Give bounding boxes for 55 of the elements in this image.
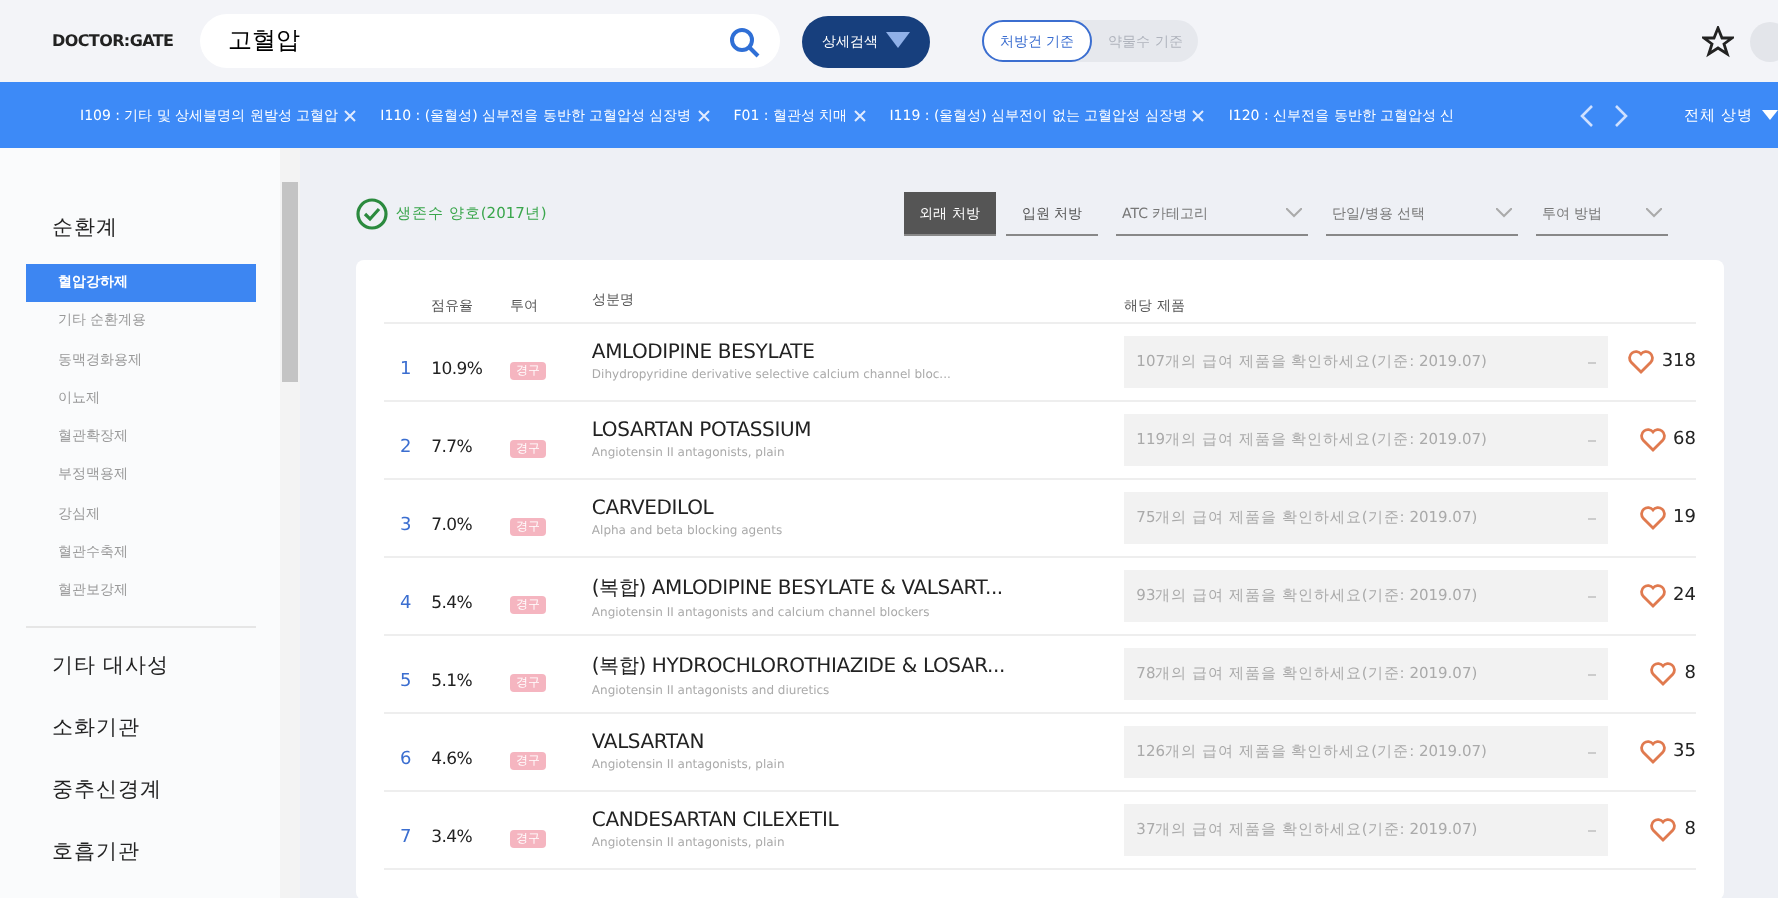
rank-number: 2	[400, 437, 412, 457]
ingredient-name[interactable]: CARVEDILOL	[591, 498, 1125, 520]
search-field[interactable]: 고혈압	[200, 14, 780, 68]
heart-icon[interactable]	[1639, 740, 1666, 764]
heart-icon[interactable]	[1650, 818, 1677, 842]
heart-icon[interactable]	[1627, 350, 1654, 374]
like-count: 8	[1684, 820, 1696, 840]
share-percent: 3.4%	[431, 827, 473, 847]
chevron-icon	[1496, 208, 1512, 218]
rank-number: 5	[400, 671, 412, 691]
like-count: 35	[1673, 742, 1696, 762]
sidebar-category[interactable]: 순환계	[26, 208, 256, 264]
rank-number: 7	[400, 827, 412, 847]
heart-icon[interactable]	[1650, 662, 1677, 686]
check-circle-icon	[356, 198, 388, 230]
rank-number: 6	[400, 749, 412, 769]
ingredient-name[interactable]: CANDESARTAN CILEXETIL	[591, 810, 1125, 832]
share-percent: 4.6%	[431, 749, 473, 769]
rank-number: 4	[400, 593, 412, 613]
rank-number: 1	[400, 359, 412, 379]
scrollbar[interactable]	[280, 148, 300, 898]
filter-icon	[886, 32, 910, 50]
share-percent: 7.7%	[431, 437, 473, 457]
like-count: 24	[1673, 586, 1696, 606]
heart-icon[interactable]	[1639, 506, 1666, 530]
sidebar-category[interactable]: 중추신경계	[26, 769, 256, 828]
like-count: 318	[1661, 352, 1696, 372]
sidebar-category[interactable]: 기타 대사성	[26, 645, 256, 704]
like-count: 19	[1673, 508, 1696, 528]
share-percent: 10.9%	[431, 359, 483, 379]
share-percent: 5.1%	[431, 671, 473, 691]
share-percent: 7.0%	[431, 515, 473, 535]
share-percent: 5.4%	[431, 593, 473, 613]
sidebar-category[interactable]: 소화기관	[26, 707, 256, 766]
ingredient-name[interactable]: AMLODIPINE BESYLATE	[591, 342, 1125, 364]
close-icon[interactable]	[344, 109, 357, 121]
star-icon[interactable]	[1702, 25, 1734, 57]
ingredient-name[interactable]: LOSARTAN POTASSIUM	[591, 420, 1125, 442]
heart-icon[interactable]	[1639, 428, 1666, 452]
search-icon[interactable]	[728, 26, 760, 58]
ingredient-name[interactable]: (복합) AMLODIPINE BESYLATE & VALSART...	[591, 573, 1125, 601]
rank-number: 3	[400, 515, 412, 535]
sidebar-category[interactable]: 호흡기관	[26, 831, 256, 890]
chevron-icon	[1646, 208, 1662, 218]
ingredient-name[interactable]: VALSARTAN	[591, 732, 1125, 754]
like-count: 8	[1684, 664, 1696, 684]
ingredient-name[interactable]: (복합) HYDROCHLOROTHIAZIDE & LOSAR...	[591, 651, 1125, 679]
chevron-icon	[1286, 208, 1302, 218]
like-count: 68	[1673, 430, 1696, 450]
logo[interactable]: DOCTOR:GATE	[52, 32, 200, 50]
heart-icon[interactable]	[1639, 584, 1666, 608]
close-icon[interactable]	[853, 109, 866, 121]
close-icon[interactable]	[697, 109, 710, 121]
close-icon[interactable]	[1192, 109, 1205, 121]
caret-icon	[1762, 110, 1778, 120]
